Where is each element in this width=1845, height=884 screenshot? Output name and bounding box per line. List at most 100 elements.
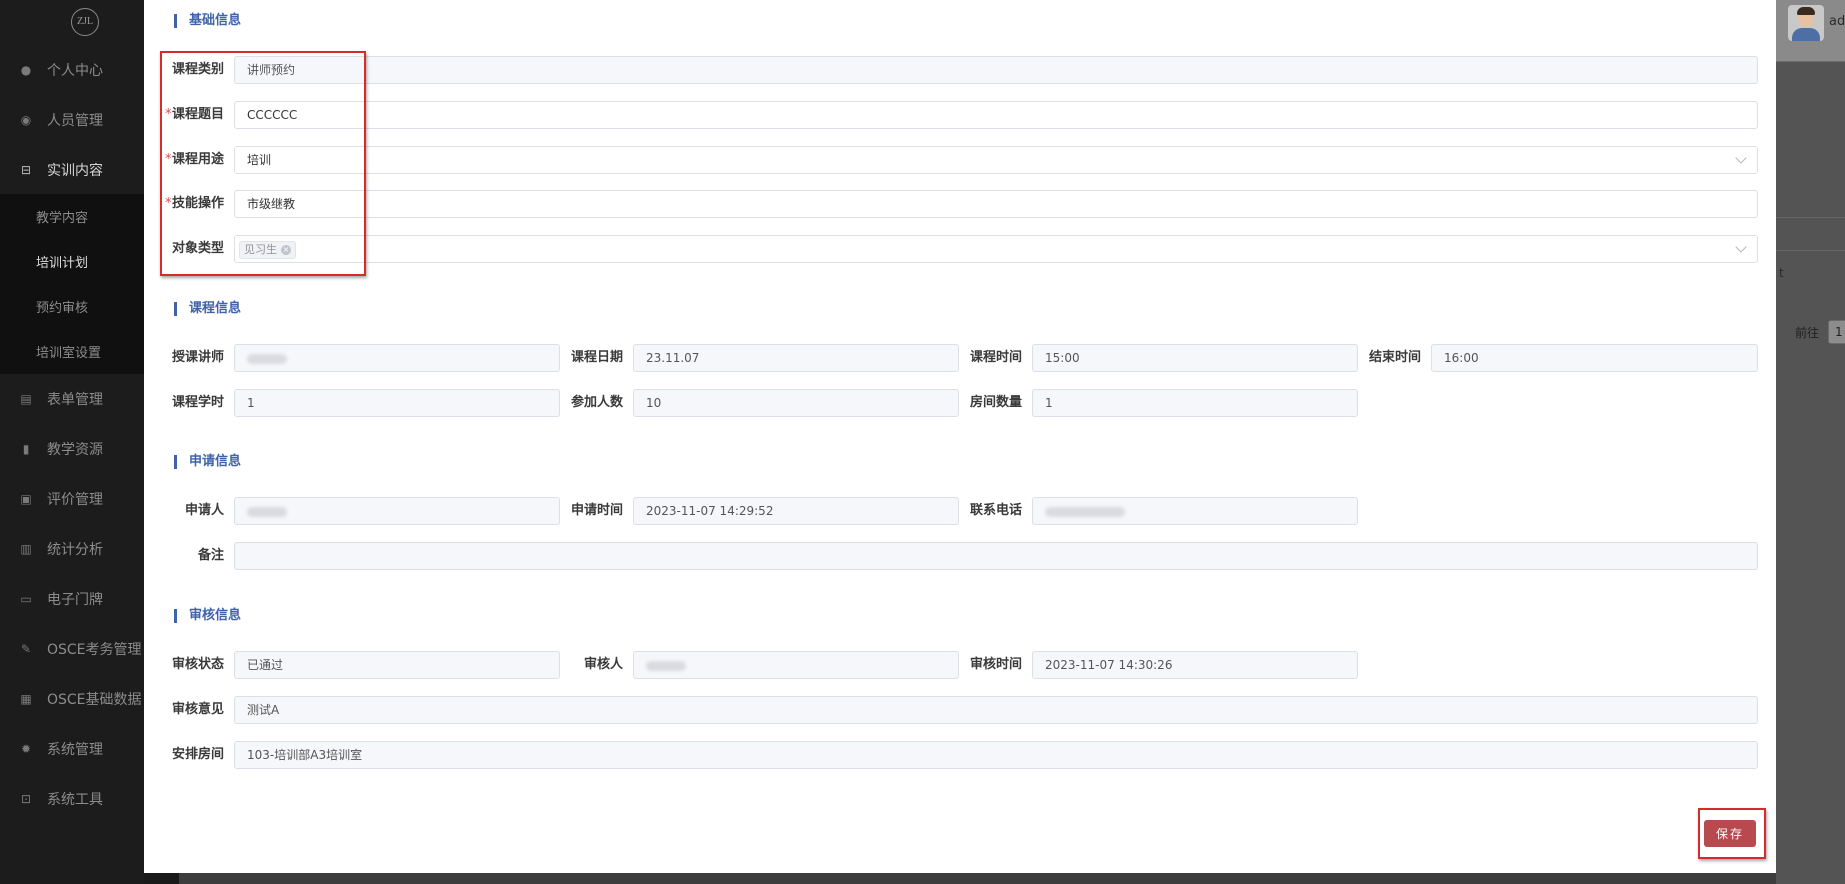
room-count-label: 房间数量: [970, 395, 1023, 410]
skill-operation-input[interactable]: 市级继教: [234, 190, 1758, 218]
remark-label: 备注: [197, 548, 224, 563]
sidebar-item-label: 实训内容: [47, 163, 103, 179]
review-time-field: 2023-11-07 14:30:26: [1032, 651, 1358, 679]
sidebar-item-label: OSCE考务管理: [47, 642, 142, 658]
sidebar-item-label: 人员管理: [47, 113, 103, 129]
review-time-label: 审核时间: [970, 657, 1023, 672]
review-status-field: 已通过: [234, 651, 560, 679]
course-time-field: 15:00: [1032, 344, 1358, 372]
app-logo: ZJL: [71, 8, 99, 36]
sidebar-item-label: 系统工具: [47, 792, 103, 808]
reviewer-field: [633, 651, 959, 679]
apply-time-label: 申请时间: [571, 503, 624, 518]
gear-icon: ✹: [20, 742, 32, 756]
participants-field: 10: [633, 389, 959, 417]
submenu-item-booking-review[interactable]: 预约审核: [0, 284, 144, 329]
apply-time-field: 2023-11-07 14:29:52: [633, 497, 959, 525]
review-status-label: 审核状态: [172, 657, 225, 672]
bar-chart-icon: ▥: [20, 542, 32, 556]
sidebar-item-label: 个人中心: [47, 63, 103, 79]
grid-icon: ▦: [20, 692, 32, 706]
course-hours-label: 课程学时: [172, 395, 225, 410]
review-opinion-label: 审核意见: [172, 702, 225, 717]
chevron-down-icon: [1735, 241, 1747, 253]
pagination-goto-label: 前往: [1795, 326, 1820, 340]
highlight-box-basic-info: [160, 51, 366, 276]
submenu-item-room-settings[interactable]: 培训室设置: [0, 329, 144, 374]
end-time-field: 16:00: [1431, 344, 1758, 372]
sidebar-item-label: 电子门牌: [47, 592, 103, 608]
redacted-value: [247, 353, 287, 364]
section-title-application: 申请信息: [174, 454, 241, 470]
dialog-bottom-edge: [144, 873, 1776, 884]
highlight-box-save: [1698, 808, 1766, 859]
assigned-room-field: 103-培训部A3培训室: [234, 741, 1758, 769]
divider: [1776, 217, 1845, 218]
participants-label: 参加人数: [571, 395, 624, 410]
course-type-field: 讲师预约: [234, 56, 1758, 84]
sidebar-item-osce-exam[interactable]: ✎ OSCE考务管理: [0, 624, 144, 674]
section-title-review: 审核信息: [174, 608, 241, 624]
submenu-item-teaching-content[interactable]: 教学内容: [0, 194, 144, 239]
room-count-field: 1: [1032, 389, 1358, 417]
users-icon: ◉: [20, 113, 32, 127]
book-icon: ▮: [22, 442, 30, 456]
tree-icon: ⊟: [20, 163, 32, 177]
course-use-select[interactable]: 培训: [234, 146, 1758, 174]
toolbox-icon: ⊡: [20, 792, 32, 806]
top-header: adi: [1776, 0, 1845, 62]
training-submenu: 教学内容 培训计划 预约审核 培训室设置: [0, 194, 144, 374]
target-type-select[interactable]: 见习生 ×: [234, 235, 1758, 263]
sidebar-item-door-sign[interactable]: ▭ 电子门牌: [0, 574, 144, 624]
form-icon: ▤: [20, 392, 32, 406]
sidebar-item-evaluation[interactable]: ▣ 评价管理: [0, 474, 144, 524]
sidebar-item-resources[interactable]: ▮ 教学资源: [0, 424, 144, 474]
username[interactable]: adi: [1829, 14, 1845, 29]
rating-icon: ▣: [20, 492, 32, 506]
end-time-label: 结束时间: [1369, 350, 1422, 365]
sidebar-item-system-management[interactable]: ✹ 系统管理: [0, 724, 144, 774]
phone-label: 联系电话: [970, 503, 1023, 518]
sidebar-item-label: 表单管理: [47, 392, 103, 408]
teacher-label: 授课讲师: [172, 350, 225, 365]
submenu-item-training-plan[interactable]: 培训计划: [0, 239, 144, 284]
teacher-field: [234, 344, 560, 372]
divider: [1776, 250, 1845, 251]
background-text: t: [1779, 266, 1784, 280]
course-date-field: 23.11.07: [633, 344, 959, 372]
reviewer-label: 审核人: [583, 657, 623, 672]
sidebar-item-label: 评价管理: [47, 492, 103, 508]
sidebar-item-label: 统计分析: [47, 542, 103, 558]
redacted-value: [646, 660, 686, 671]
sidebar: ZJL ● 个人中心 ◉ 人员管理 ⊟ 实训内容 教学内容 培训计划 预约审核 …: [0, 0, 144, 884]
course-time-label: 课程时间: [970, 350, 1023, 365]
sidebar-item-training-content[interactable]: ⊟ 实训内容: [0, 145, 144, 195]
monitor-icon: ▭: [20, 592, 32, 606]
pagination-page-input[interactable]: 1: [1828, 320, 1845, 344]
chevron-down-icon: [1735, 152, 1747, 164]
assigned-room-label: 安排房间: [172, 747, 225, 762]
sidebar-item-system-tools[interactable]: ⊡ 系统工具: [0, 774, 144, 824]
course-hours-field: 1: [234, 389, 560, 417]
applicant-label: 申请人: [184, 503, 224, 518]
background-page: adi t 前往 1: [1776, 0, 1845, 884]
sidebar-item-profile[interactable]: ● 个人中心: [0, 45, 144, 95]
section-title-course: 课程信息: [174, 301, 241, 317]
section-title-basic: 基础信息: [174, 13, 241, 29]
edit-icon: ✎: [20, 642, 32, 656]
booking-detail-dialog: 基础信息 课程类别 讲师预约 * 课程题目 CCCCCC * 课程用途 培训 * 技能…: [144, 0, 1776, 873]
remark-field: [234, 542, 1758, 570]
course-title-input[interactable]: CCCCCC: [234, 101, 1758, 129]
sidebar-item-statistics[interactable]: ▥ 统计分析: [0, 524, 144, 574]
sidebar-item-label: 系统管理: [47, 742, 103, 758]
applicant-field: [234, 497, 560, 525]
review-opinion-field: 测试A: [234, 696, 1758, 724]
phone-field: [1032, 497, 1358, 525]
sidebar-item-osce-data[interactable]: ▦ OSCE基础数据: [0, 674, 144, 724]
sidebar-item-personnel[interactable]: ◉ 人员管理: [0, 95, 144, 145]
redacted-value: [247, 506, 287, 517]
sidebar-item-forms[interactable]: ▤ 表单管理: [0, 374, 144, 424]
course-date-label: 课程日期: [571, 350, 624, 365]
user-icon: ●: [20, 63, 32, 77]
avatar[interactable]: [1788, 5, 1824, 41]
